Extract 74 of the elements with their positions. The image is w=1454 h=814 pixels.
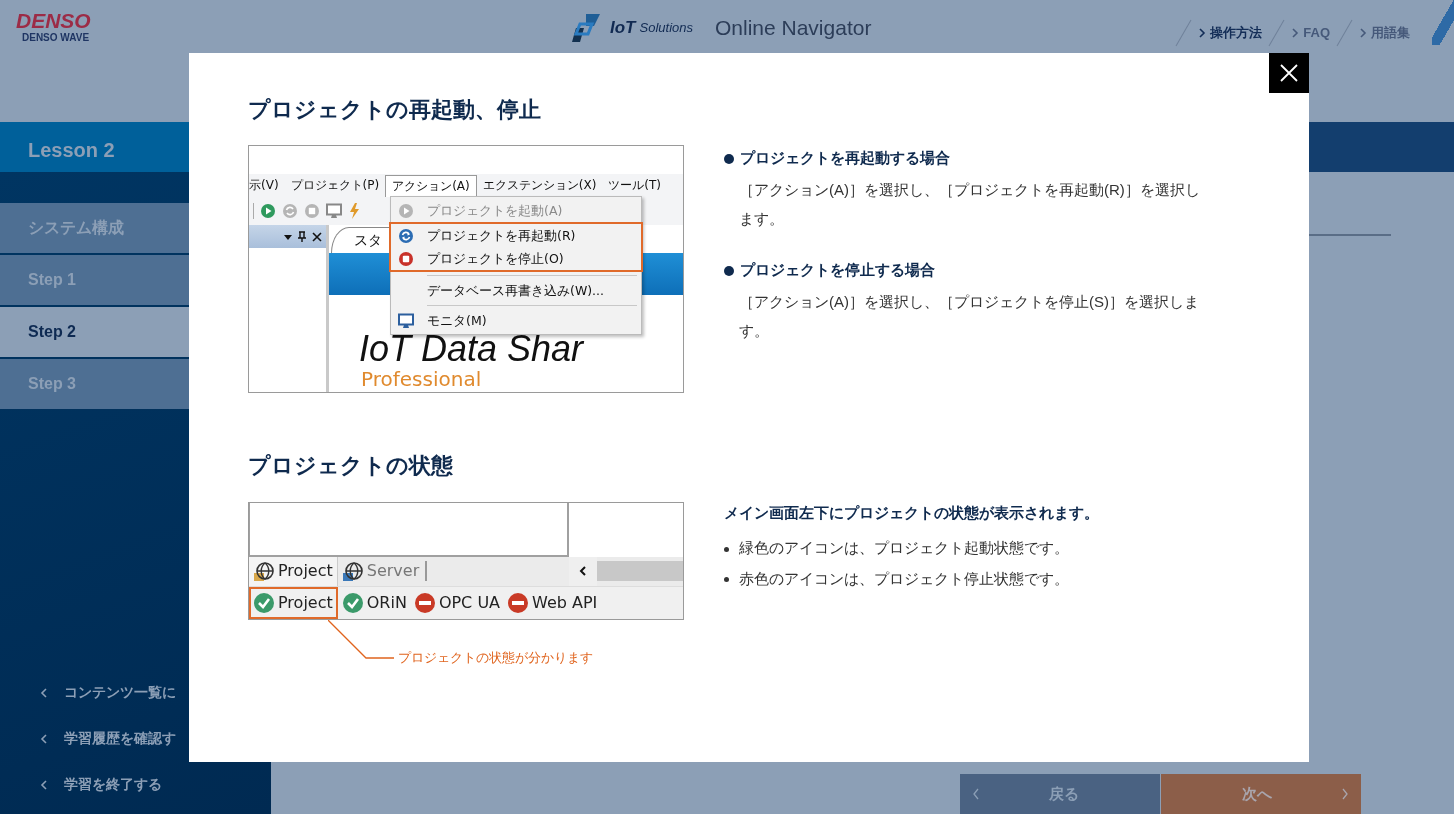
status-item: Project bbox=[249, 586, 338, 619]
check-icon bbox=[342, 592, 363, 613]
menu-item[interactable]: プロジェクトを再起動(R) bbox=[391, 224, 641, 248]
bullet-text: 緑色のアイコンは、プロジェクト起動状態です。 bbox=[739, 539, 1069, 559]
bullet-icon bbox=[724, 546, 729, 552]
menu-bar-item[interactable]: エクステンション(X) bbox=[476, 175, 603, 198]
stop-icon bbox=[304, 203, 320, 220]
menu-bar-item[interactable]: 示(V) bbox=[249, 175, 285, 198]
chevron-icon bbox=[579, 566, 587, 577]
chevron-icon bbox=[1198, 28, 1207, 38]
menu-bar-item[interactable]: プロジェクト(P) bbox=[284, 175, 386, 198]
lead-text: メイン画面左下にプロジェクトの状態が表示されます。 bbox=[724, 502, 1100, 523]
product-logo-text: IoT bbox=[610, 17, 636, 40]
menu-bar-item[interactable]: ツール(T) bbox=[602, 175, 668, 198]
bullet-icon bbox=[724, 577, 729, 583]
check-icon bbox=[254, 592, 274, 613]
note-text: ［アクション(A)］を選択し、［プロジェクトを再起動(R)］を選択します。 bbox=[738, 179, 1201, 230]
chevron-icon bbox=[1341, 788, 1349, 800]
sidebar-link[interactable]: 学習を終了する bbox=[0, 769, 176, 800]
panel-tab[interactable]: Server bbox=[337, 556, 424, 586]
bullet-text: 赤色のアイコンは、プロジェクト停止状態です。 bbox=[739, 570, 1069, 590]
panel-tab[interactable]: Project bbox=[249, 556, 338, 586]
blocked-icon bbox=[508, 592, 529, 613]
menu-bar-item[interactable]: アクション(A) bbox=[385, 175, 477, 198]
section-heading: プロジェクトの状態 bbox=[248, 453, 454, 480]
scroll-left-button[interactable] bbox=[569, 556, 597, 586]
close-button[interactable] bbox=[1269, 53, 1309, 93]
leader-line bbox=[328, 619, 394, 660]
close-icon bbox=[312, 231, 322, 242]
dropdown-icon bbox=[284, 232, 292, 241]
close-icon bbox=[1279, 63, 1299, 83]
product-logo-suffix: Solutions bbox=[639, 19, 693, 38]
site-title: Online Navigator bbox=[715, 15, 872, 42]
note-heading: プロジェクトを停止する場合 bbox=[740, 260, 935, 281]
section-heading: プロジェクトの再起動、停止 bbox=[248, 97, 542, 124]
product-logo-text: IoT Data Shar bbox=[359, 331, 585, 368]
status-item: ORiN bbox=[339, 586, 410, 619]
note-heading: プロジェクトを再起動する場合 bbox=[740, 148, 950, 169]
status-item: Web API bbox=[505, 586, 601, 619]
stop-icon bbox=[398, 250, 414, 267]
chevron-icon bbox=[40, 733, 48, 744]
product-edition-text: Professional bbox=[361, 369, 483, 390]
globe-icon bbox=[341, 560, 364, 582]
monitor-icon bbox=[326, 203, 342, 220]
chevron-icon bbox=[40, 687, 48, 698]
refresh-icon bbox=[282, 203, 298, 220]
refresh-icon bbox=[398, 227, 414, 244]
callout-text: プロジェクトの状態が分かります bbox=[398, 648, 593, 667]
scrollbar-track[interactable] bbox=[597, 561, 683, 582]
play-icon bbox=[260, 203, 276, 220]
menu-item[interactable]: プロジェクトを停止(O) bbox=[391, 247, 641, 271]
chevron-icon bbox=[1291, 28, 1300, 38]
bullet-icon bbox=[724, 265, 734, 276]
menu-item[interactable]: モニタ(M) bbox=[391, 309, 641, 333]
header-link[interactable]: 操作方法 bbox=[1198, 23, 1263, 43]
lightning-icon bbox=[348, 203, 360, 220]
blocked-icon bbox=[414, 592, 435, 613]
pin-icon bbox=[297, 230, 307, 243]
brand-subtitle: DENSO WAVE bbox=[22, 33, 90, 43]
menu-item: プロジェクトを起動(A) bbox=[391, 199, 641, 223]
chevron-icon bbox=[1359, 28, 1367, 38]
chevron-icon bbox=[972, 788, 980, 800]
brand-logo[interactable]: DENSO bbox=[16, 10, 91, 31]
monitor-icon bbox=[398, 312, 414, 329]
chevron-icon bbox=[40, 779, 48, 790]
globe-icon bbox=[253, 560, 275, 582]
product-logo-icon bbox=[572, 12, 602, 44]
status-item: OPC UA bbox=[411, 586, 504, 619]
note-text: ［アクション(A)］を選択し、［プロジェクトを停止(S)］を選択します。 bbox=[738, 291, 1200, 342]
sidebar-link[interactable]: 学習履歴を確認す bbox=[0, 723, 176, 754]
play-icon bbox=[398, 202, 414, 219]
bullet-icon bbox=[724, 153, 734, 164]
sidebar-link[interactable]: コンテンツ一覧に bbox=[0, 677, 176, 708]
menu-item[interactable]: データベース再書き込み(W)... bbox=[391, 279, 641, 303]
